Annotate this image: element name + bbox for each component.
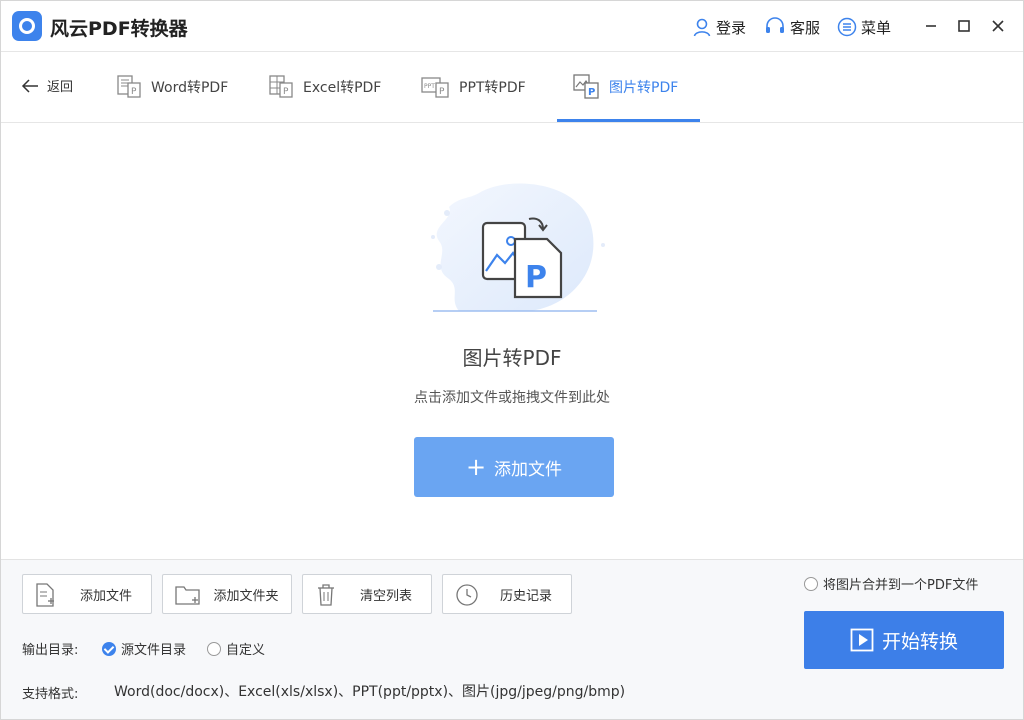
clock-icon — [456, 584, 478, 606]
checked-radio-icon — [102, 641, 116, 656]
svg-text:P: P — [439, 87, 445, 97]
back-button[interactable]: 返回 — [21, 76, 73, 95]
add-file-main-label: 添加文件 — [494, 459, 563, 480]
start-convert-button[interactable]: 开始转换 — [804, 611, 1004, 669]
tab-label: PPT转PDF — [459, 80, 526, 96]
tab-label: 图片转PDF — [609, 80, 679, 96]
formats-label: 支持格式: — [22, 687, 79, 702]
trash-icon — [318, 584, 334, 606]
history-label: 历史记录 — [499, 588, 552, 604]
image-doc-icon: P — [573, 74, 599, 99]
maximize-icon — [958, 20, 970, 32]
file-drop-zone[interactable]: P 图片转PDF 点击添加文件或拖拽文件到此处 + 添加文件 — [1, 123, 1023, 559]
minimize-button[interactable] — [919, 14, 943, 38]
history-button[interactable]: 历史记录 — [442, 574, 572, 614]
add-file-button[interactable]: 添加文件 — [22, 574, 152, 614]
svg-text:P: P — [588, 87, 595, 98]
app-window: 风云PDF转换器 登录 客服 菜单 返回 P Word转PDF P Excel转… — [0, 0, 1024, 720]
app-title: 风云PDF转换器 — [50, 18, 188, 40]
menu-button[interactable]: 菜单 — [837, 16, 891, 38]
merge-radio-icon — [804, 576, 818, 591]
customer-service-label: 客服 — [790, 18, 821, 37]
headset-icon — [766, 17, 784, 33]
maximize-button[interactable] — [952, 14, 976, 38]
user-icon — [693, 18, 711, 37]
clear-list-button[interactable]: 清空列表 — [302, 574, 432, 614]
add-folder-icon — [175, 586, 200, 605]
active-tab-indicator — [557, 119, 700, 122]
title-bar: 风云PDF转换器 登录 客服 菜单 — [1, 1, 1023, 51]
add-folder-label: 添加文件夹 — [213, 588, 279, 604]
output-dir-label: 输出目录: — [22, 643, 79, 658]
svg-text:P: P — [283, 87, 289, 97]
drop-zone-title: 图片转PDF — [462, 346, 562, 370]
tab-label: Excel转PDF — [303, 80, 382, 96]
output-custom-label: 自定义 — [226, 643, 266, 658]
tab-image-to-pdf[interactable]: P 图片转PDF — [573, 52, 678, 122]
menu-icon — [837, 17, 857, 37]
drop-zone-hint: 点击添加文件或拖拽文件到此处 — [414, 390, 610, 406]
login-label: 登录 — [716, 18, 747, 37]
add-file-label: 添加文件 — [79, 588, 132, 604]
customer-service-button[interactable]: 客服 — [764, 16, 820, 38]
minimize-icon — [926, 25, 936, 27]
app-logo-icon — [12, 11, 42, 41]
tab-bar: 返回 P Word转PDF P Excel转PDF PPT P PPT转PDF … — [1, 51, 1023, 123]
merge-option-label: 将图片合并到一个PDF文件 — [823, 578, 979, 593]
svg-text:PPT: PPT — [424, 83, 435, 90]
tab-ppt-to-pdf[interactable]: PPT P PPT转PDF — [421, 52, 526, 122]
bottom-panel: 添加文件 添加文件夹 清空列表 历史记录 将图片合并到一个PDF文件 输出目录:… — [1, 559, 1023, 719]
output-source-dir-option[interactable]: 源文件目录 — [102, 639, 186, 658]
plus-icon: + — [465, 453, 487, 481]
menu-label: 菜单 — [861, 18, 892, 37]
word-doc-icon: P — [117, 75, 141, 98]
output-custom-option[interactable]: 自定义 — [207, 639, 265, 658]
add-file-icon — [36, 583, 54, 607]
unchecked-radio-icon — [207, 641, 221, 656]
svg-text:P: P — [525, 260, 547, 295]
close-icon — [992, 20, 1004, 32]
tab-word-to-pdf[interactable]: P Word转PDF — [117, 52, 228, 122]
arrow-left-icon — [21, 78, 38, 93]
excel-doc-icon: P — [269, 75, 293, 98]
image-to-pdf-illustration-icon: P — [431, 183, 605, 312]
play-icon — [850, 628, 874, 652]
clear-list-label: 清空列表 — [359, 588, 412, 604]
ppt-doc-icon: PPT P — [421, 77, 449, 98]
add-folder-button[interactable]: 添加文件夹 — [162, 574, 292, 614]
back-label: 返回 — [47, 80, 74, 95]
svg-text:P: P — [131, 87, 137, 97]
tab-label: Word转PDF — [151, 80, 229, 96]
supported-formats-text: Word(doc/docx)、Excel(xls/xlsx)、PPT(ppt/p… — [114, 684, 626, 700]
login-button[interactable]: 登录 — [692, 16, 746, 38]
start-convert-label: 开始转换 — [881, 630, 958, 653]
output-source-label: 源文件目录 — [121, 643, 187, 658]
tab-excel-to-pdf[interactable]: P Excel转PDF — [269, 52, 381, 122]
merge-images-option[interactable]: 将图片合并到一个PDF文件 — [804, 574, 978, 593]
add-file-main-button[interactable]: + 添加文件 — [414, 437, 614, 497]
close-button[interactable] — [986, 14, 1010, 38]
